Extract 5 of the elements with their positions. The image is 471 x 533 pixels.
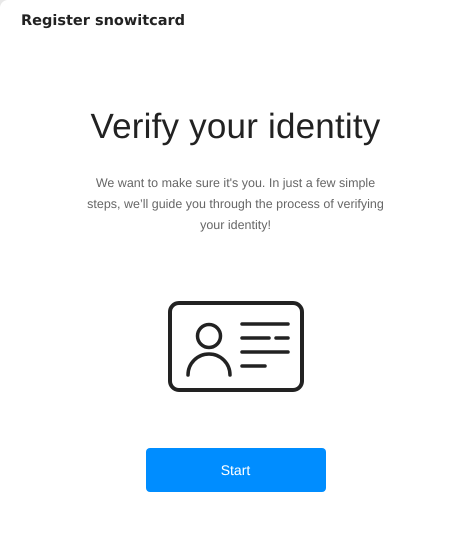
window-title: Register snowitcard — [21, 13, 186, 29]
heading: Verify your identity — [90, 107, 380, 147]
start-button[interactable]: Start — [146, 448, 326, 492]
description: We want to make sure it's you. In just a few simple steps, we’ll guide you through the process of verifying your identity! — [86, 175, 385, 234]
id-card-icon — [168, 301, 304, 392]
